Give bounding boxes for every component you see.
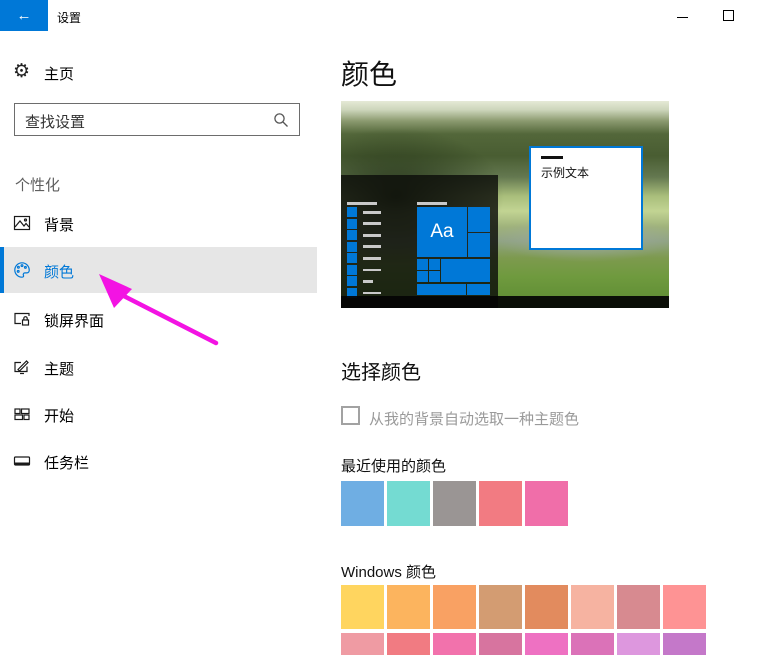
recent-colors-label: 最近使用的颜色 <box>341 455 446 476</box>
section-personalization: 个性化 <box>15 174 60 195</box>
search-icon <box>273 112 289 128</box>
sidebar-item-label: 主题 <box>44 358 74 379</box>
image-icon <box>13 214 31 232</box>
lockscreen-icon <box>13 310 31 328</box>
preview-taskbar <box>341 296 669 308</box>
selected-accent-bar <box>0 247 4 293</box>
settings-window: ← 设置 ⚙ 主页 查找设置 个性化 背景 <box>0 0 768 655</box>
color-swatch[interactable] <box>479 633 522 655</box>
sidebar-item-label: 背景 <box>44 214 74 235</box>
color-swatch[interactable] <box>525 633 568 655</box>
sidebar-item-label: 颜色 <box>44 261 74 282</box>
taskbar-icon <box>13 452 31 470</box>
color-swatch[interactable] <box>433 585 476 629</box>
auto-accent-checkbox[interactable] <box>341 406 360 425</box>
sidebar-item-label: 锁屏界面 <box>44 310 104 331</box>
page-title: 颜色 <box>341 53 397 93</box>
sidebar-item-background[interactable]: 背景 <box>0 200 317 246</box>
palette-icon <box>13 261 31 279</box>
theme-brush-icon <box>13 358 31 376</box>
sidebar-item-taskbar[interactable]: 任务栏 <box>0 438 317 484</box>
minimize-button[interactable] <box>660 0 705 31</box>
search-input[interactable]: 查找设置 <box>14 103 300 136</box>
color-swatch[interactable] <box>433 481 476 526</box>
color-swatch[interactable] <box>663 633 706 655</box>
home-label: 主页 <box>44 63 74 84</box>
back-button[interactable]: ← <box>0 0 48 31</box>
window-title: 设置 <box>57 9 81 26</box>
color-preview-image: Aa 示例文本 <box>341 101 669 308</box>
color-swatch[interactable] <box>571 585 614 629</box>
color-swatch[interactable] <box>387 585 430 629</box>
color-swatch[interactable] <box>571 633 614 655</box>
color-swatch[interactable] <box>617 633 660 655</box>
recent-colors-row <box>341 481 568 526</box>
sidebar-item-start[interactable]: 开始 <box>0 391 317 437</box>
maximize-button[interactable] <box>706 0 751 31</box>
sidebar-item-lockscreen[interactable]: 锁屏界面 <box>0 296 317 342</box>
windows-colors-row-1 <box>341 585 706 629</box>
back-arrow-icon: ← <box>17 7 32 24</box>
sidebar-item-home[interactable]: ⚙ 主页 <box>0 57 317 89</box>
color-swatch[interactable] <box>479 481 522 526</box>
gear-icon: ⚙ <box>13 60 30 84</box>
sidebar-item-label: 任务栏 <box>44 452 89 473</box>
color-swatch[interactable] <box>525 585 568 629</box>
minimize-icon <box>677 17 688 18</box>
preview-window-titlebar <box>541 156 563 159</box>
preview-sample-window: 示例文本 <box>529 146 643 250</box>
sidebar-item-colors[interactable]: 颜色 <box>0 247 317 293</box>
sidebar-item-themes[interactable]: 主题 <box>0 344 317 390</box>
color-swatch[interactable] <box>663 585 706 629</box>
color-swatch[interactable] <box>341 481 384 526</box>
preview-sample-text: 示例文本 <box>541 164 589 181</box>
color-swatch[interactable] <box>341 585 384 629</box>
color-swatch[interactable] <box>525 481 568 526</box>
windows-colors-row-2 <box>341 633 706 655</box>
color-swatch[interactable] <box>433 633 476 655</box>
windows-colors-label: Windows 颜色 <box>341 561 436 582</box>
color-swatch[interactable] <box>387 481 430 526</box>
color-swatch[interactable] <box>617 585 660 629</box>
start-tiles-icon <box>13 405 31 423</box>
preview-start-menu: Aa <box>341 175 498 308</box>
search-placeholder: 查找设置 <box>25 111 85 132</box>
sidebar-item-label: 开始 <box>44 405 74 426</box>
preview-aa-tile: Aa <box>417 207 467 257</box>
color-swatch[interactable] <box>387 633 430 655</box>
color-swatch[interactable] <box>341 633 384 655</box>
maximize-icon <box>723 10 734 21</box>
choose-color-heading: 选择颜色 <box>341 356 421 385</box>
auto-accent-label: 从我的背景自动选取一种主题色 <box>369 408 579 429</box>
color-swatch[interactable] <box>479 585 522 629</box>
